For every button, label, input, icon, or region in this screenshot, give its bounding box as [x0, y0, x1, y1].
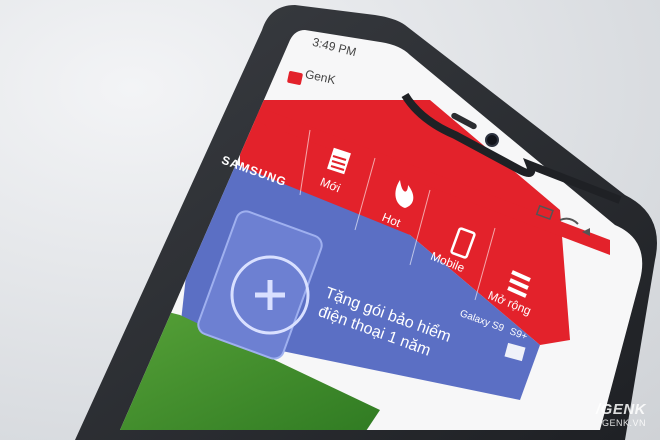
- watermark: /GENK GENK.VN: [596, 401, 646, 428]
- watermark-domain: GENK.VN: [601, 418, 646, 428]
- phone-screen: [120, 30, 643, 430]
- front-camera-icon: [485, 133, 499, 147]
- watermark-brand: /GENK: [595, 401, 646, 418]
- photo-scene: [75, 5, 657, 440]
